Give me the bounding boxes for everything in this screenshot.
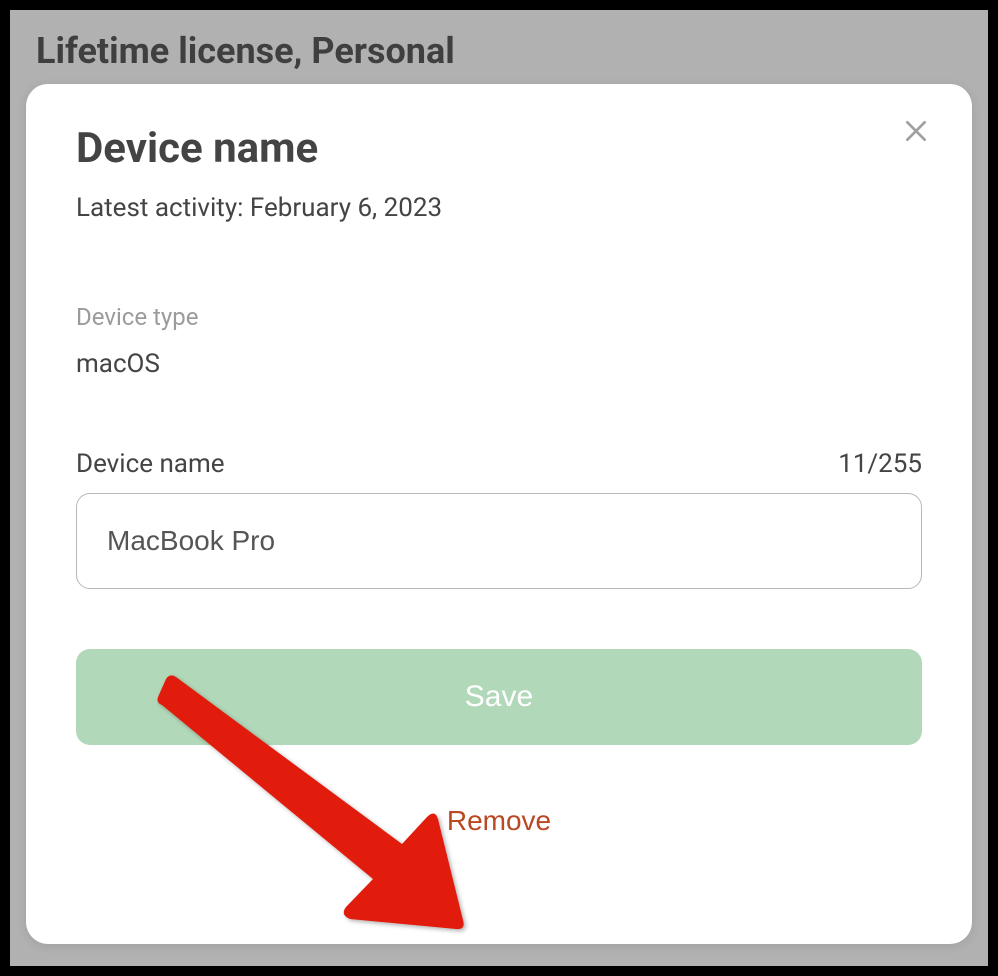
page-title: Lifetime license, Personal [26,30,972,72]
device-type-value: macOS [76,349,922,379]
close-button[interactable] [898,114,934,150]
device-type-label: Device type [76,303,922,331]
close-icon [903,118,929,147]
latest-activity: Latest activity: February 6, 2023 [76,193,922,223]
device-modal: Device name Latest activity: February 6,… [26,84,972,944]
modal-title: Device name [76,124,922,173]
save-button[interactable]: Save [76,649,922,745]
char-count: 11/255 [838,449,922,479]
device-name-label: Device name [76,449,225,479]
remove-button[interactable]: Remove [76,805,922,837]
device-name-input[interactable] [76,493,922,589]
